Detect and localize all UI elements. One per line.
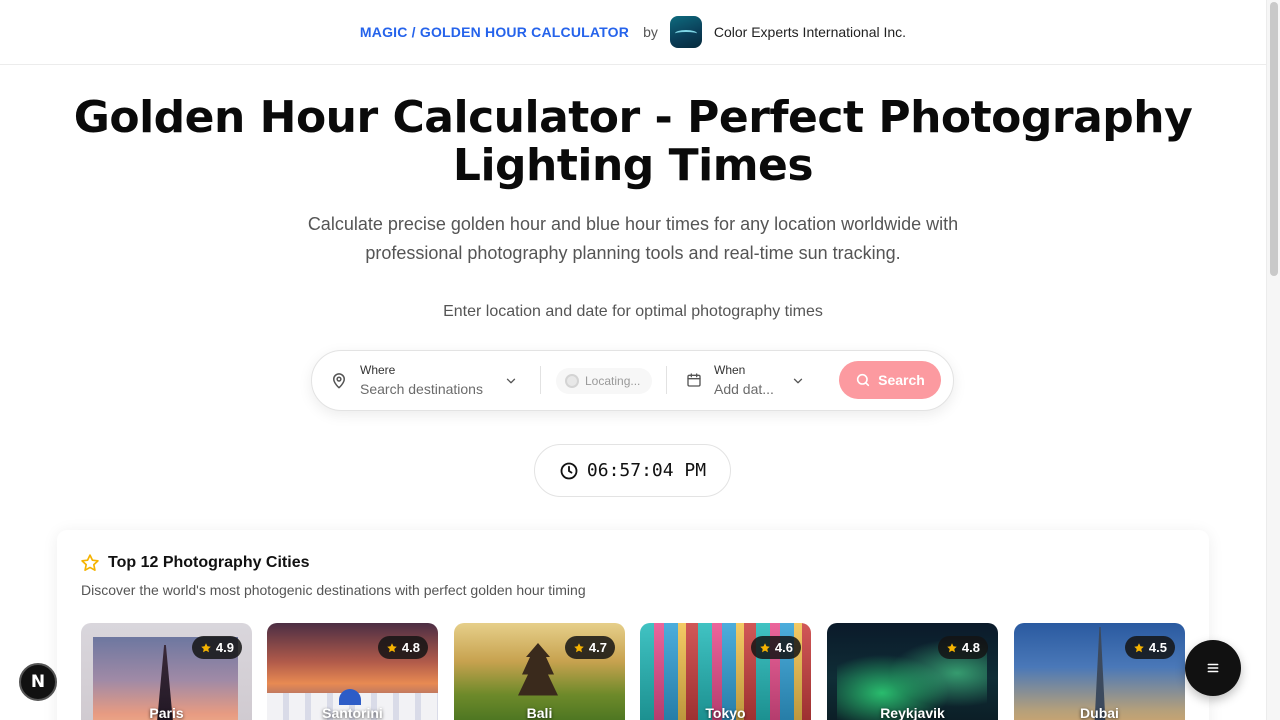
brand-link[interactable]: MAGIC / GOLDEN HOUR CALCULATOR: [360, 24, 629, 40]
city-photo-landmark: [339, 689, 361, 705]
when-label: When: [714, 363, 746, 377]
calendar-icon: [687, 373, 701, 387]
live-clock: 06:57:04 PM: [534, 444, 731, 497]
clock-time: 06:57:04 PM: [586, 460, 707, 481]
city-card-tokyo[interactable]: 4.6 Tokyo: [640, 623, 811, 720]
date-input[interactable]: [714, 380, 782, 398]
city-name: Santorini: [322, 705, 383, 720]
cities-subtitle: Discover the world's most photogenic des…: [81, 582, 586, 598]
city-card-bali[interactable]: 4.7 Bali: [454, 623, 625, 720]
where-label: Where: [360, 363, 396, 377]
locate-button[interactable]: Locating...: [556, 368, 652, 394]
search-prompt: Enter location and date for optimal phot…: [443, 303, 823, 320]
star-icon: [760, 642, 770, 652]
rating-value: 4.8: [961, 640, 980, 655]
rating-badge: 4.8: [937, 636, 988, 659]
star-icon: [1134, 642, 1144, 652]
city-card-paris[interactable]: 4.9 Paris: [81, 623, 252, 720]
top-bar: MAGIC / GOLDEN HOUR CALCULATOR by Color …: [0, 0, 1266, 65]
page-title: Golden Hour Calculator - Perfect Photogr…: [73, 92, 1193, 191]
destination-input[interactable]: [360, 380, 500, 398]
city-name: Reykjavik: [880, 705, 945, 720]
locating-spinner-icon: [565, 374, 579, 388]
rating-value: 4.5: [1148, 640, 1167, 655]
by-text: by: [643, 24, 658, 40]
city-name: Dubai: [1080, 705, 1119, 720]
page-subtitle: Calculate precise golden hour and blue h…: [307, 214, 959, 263]
city-card-dubai[interactable]: 4.5 Dubai: [1014, 623, 1185, 720]
divider: [666, 366, 667, 394]
city-photo-landmark: [518, 643, 558, 696]
rating-badge: 4.9: [191, 636, 242, 659]
rating-value: 4.6: [774, 640, 793, 655]
search-button[interactable]: Search: [839, 361, 941, 399]
company-name[interactable]: Color Experts International Inc.: [714, 24, 906, 40]
rating-badge: 4.6: [750, 636, 801, 659]
rating-value: 4.7: [588, 640, 607, 655]
locating-label: Locating...: [585, 374, 641, 388]
star-icon: [81, 554, 99, 571]
chevron-down-icon[interactable]: [791, 374, 805, 388]
rating-value: 4.8: [401, 640, 420, 655]
rating-badge: 4.7: [564, 636, 615, 659]
clock-icon: [560, 462, 578, 479]
rating-badge: 4.8: [377, 636, 428, 659]
page-scrollbar[interactable]: [1266, 0, 1280, 720]
scrollbar-thumb[interactable]: [1270, 2, 1278, 276]
search-icon: [857, 373, 870, 387]
search-button-label: Search: [878, 372, 925, 388]
city-card-santorini[interactable]: 4.8 Santorini: [267, 623, 438, 720]
company-logo[interactable]: [669, 16, 702, 48]
city-name: Paris: [149, 705, 184, 720]
dev-tools-button[interactable]: N: [19, 663, 57, 701]
star-icon: [574, 642, 584, 652]
star-icon: [947, 642, 957, 652]
chevron-down-icon[interactable]: [504, 374, 518, 388]
city-name: Tokyo: [705, 705, 746, 720]
cities-title: Top 12 Photography Cities: [108, 554, 310, 571]
menu-icon: [1207, 663, 1219, 673]
rating-value: 4.9: [215, 640, 234, 655]
menu-fab-button[interactable]: [1185, 640, 1241, 696]
city-name: Bali: [526, 705, 553, 720]
star-icon: [387, 642, 397, 652]
star-icon: [201, 642, 211, 652]
divider: [540, 366, 541, 394]
map-pin-icon: [333, 373, 345, 389]
city-card-reykjavik[interactable]: 4.8 Reykjavik: [827, 623, 998, 720]
rating-badge: 4.5: [1124, 636, 1175, 659]
